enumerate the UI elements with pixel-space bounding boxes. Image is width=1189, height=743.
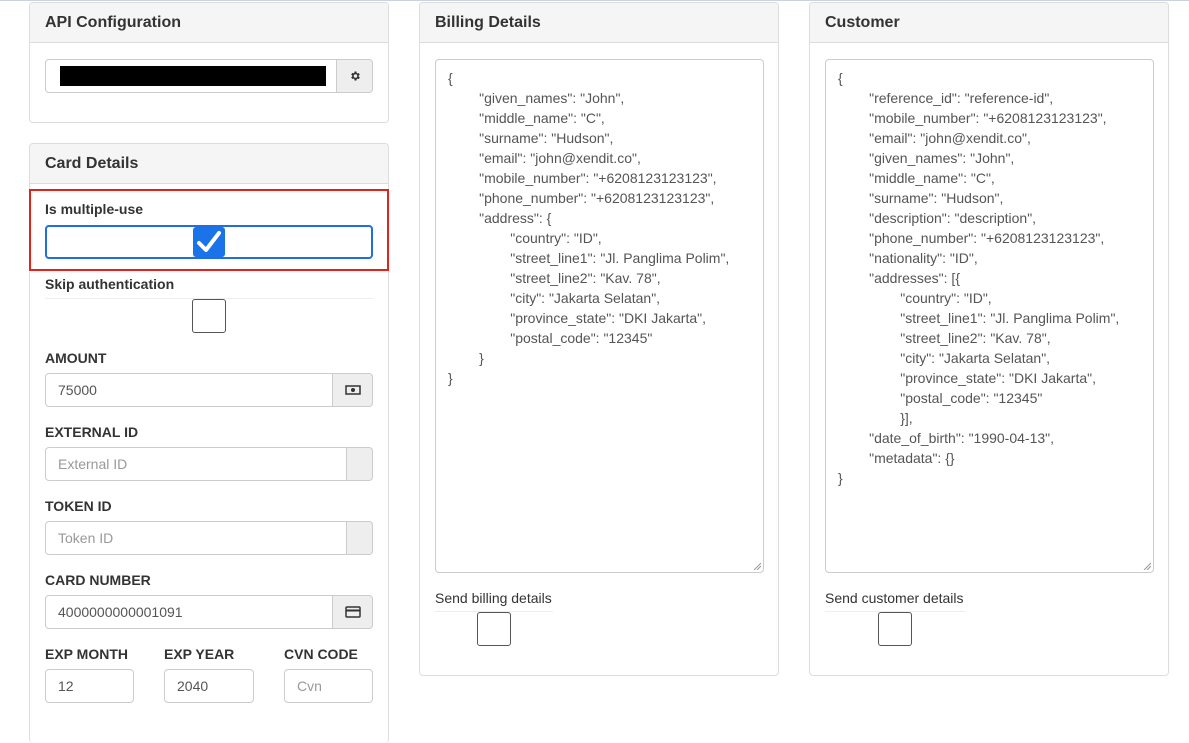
api-settings-button[interactable] — [336, 59, 373, 93]
external-id-input[interactable]: External ID — [45, 447, 347, 481]
send-customer-checkbox[interactable] — [878, 612, 912, 646]
send-billing-label: Send billing details — [435, 590, 552, 606]
billing-json-textarea[interactable]: { "given_names": "John", "middle_name": … — [435, 59, 764, 573]
multiple-use-checkbox[interactable] — [45, 225, 373, 259]
send-customer-label: Send customer details — [825, 590, 964, 606]
card-number-label: CARD NUMBER — [45, 572, 151, 588]
card-details-title: Card Details — [30, 144, 388, 184]
token-id-input[interactable]: Token ID — [45, 521, 347, 555]
card-number-addon — [332, 595, 373, 629]
external-id-addon — [346, 447, 373, 481]
credit-card-icon — [345, 606, 361, 618]
api-key-redaction — [60, 66, 326, 86]
billing-details-title: Billing Details — [420, 3, 778, 43]
external-id-label: EXTERNAL ID — [45, 424, 138, 440]
gear-icon — [349, 70, 361, 82]
customer-title: Customer — [810, 3, 1168, 43]
amount-input[interactable]: 75000 — [45, 373, 333, 407]
card-number-input[interactable]: 4000000000001091 — [45, 595, 333, 629]
exp-month-input[interactable]: 12 — [45, 669, 134, 703]
token-id-label: TOKEN ID — [45, 498, 112, 514]
cvn-code-label: CVN CODE — [284, 646, 358, 662]
exp-month-label: EXP MONTH — [45, 646, 128, 662]
send-billing-checkbox[interactable] — [477, 612, 511, 646]
cvn-input[interactable]: Cvn — [284, 669, 373, 703]
billing-details-panel: Billing Details { "given_names": "John",… — [419, 2, 779, 676]
multiple-use-label: Is multiple-use — [45, 201, 143, 217]
api-key-input[interactable] — [45, 59, 337, 93]
customer-resize-handle[interactable] — [1143, 562, 1151, 570]
billing-resize-handle[interactable] — [753, 562, 761, 570]
top-border — [0, 0, 1189, 1]
api-configuration-panel: API Configuration — [29, 2, 389, 123]
api-configuration-title: API Configuration — [30, 3, 388, 43]
amount-label: AMOUNT — [45, 350, 106, 366]
exp-year-input[interactable]: 2040 — [164, 669, 254, 703]
skip-authentication-checkbox[interactable] — [192, 299, 226, 333]
money-icon — [345, 384, 361, 396]
amount-addon — [332, 373, 373, 407]
exp-year-label: EXP YEAR — [164, 646, 234, 662]
checkbox-checked-box — [193, 227, 225, 257]
customer-json-textarea[interactable]: { "reference_id": "reference-id", "mobil… — [825, 59, 1154, 573]
customer-panel: Customer { "reference_id": "reference-id… — [809, 2, 1169, 676]
checkmark-icon — [196, 230, 222, 254]
skip-authentication-label: Skip authentication — [45, 276, 174, 292]
token-id-addon — [346, 521, 373, 555]
